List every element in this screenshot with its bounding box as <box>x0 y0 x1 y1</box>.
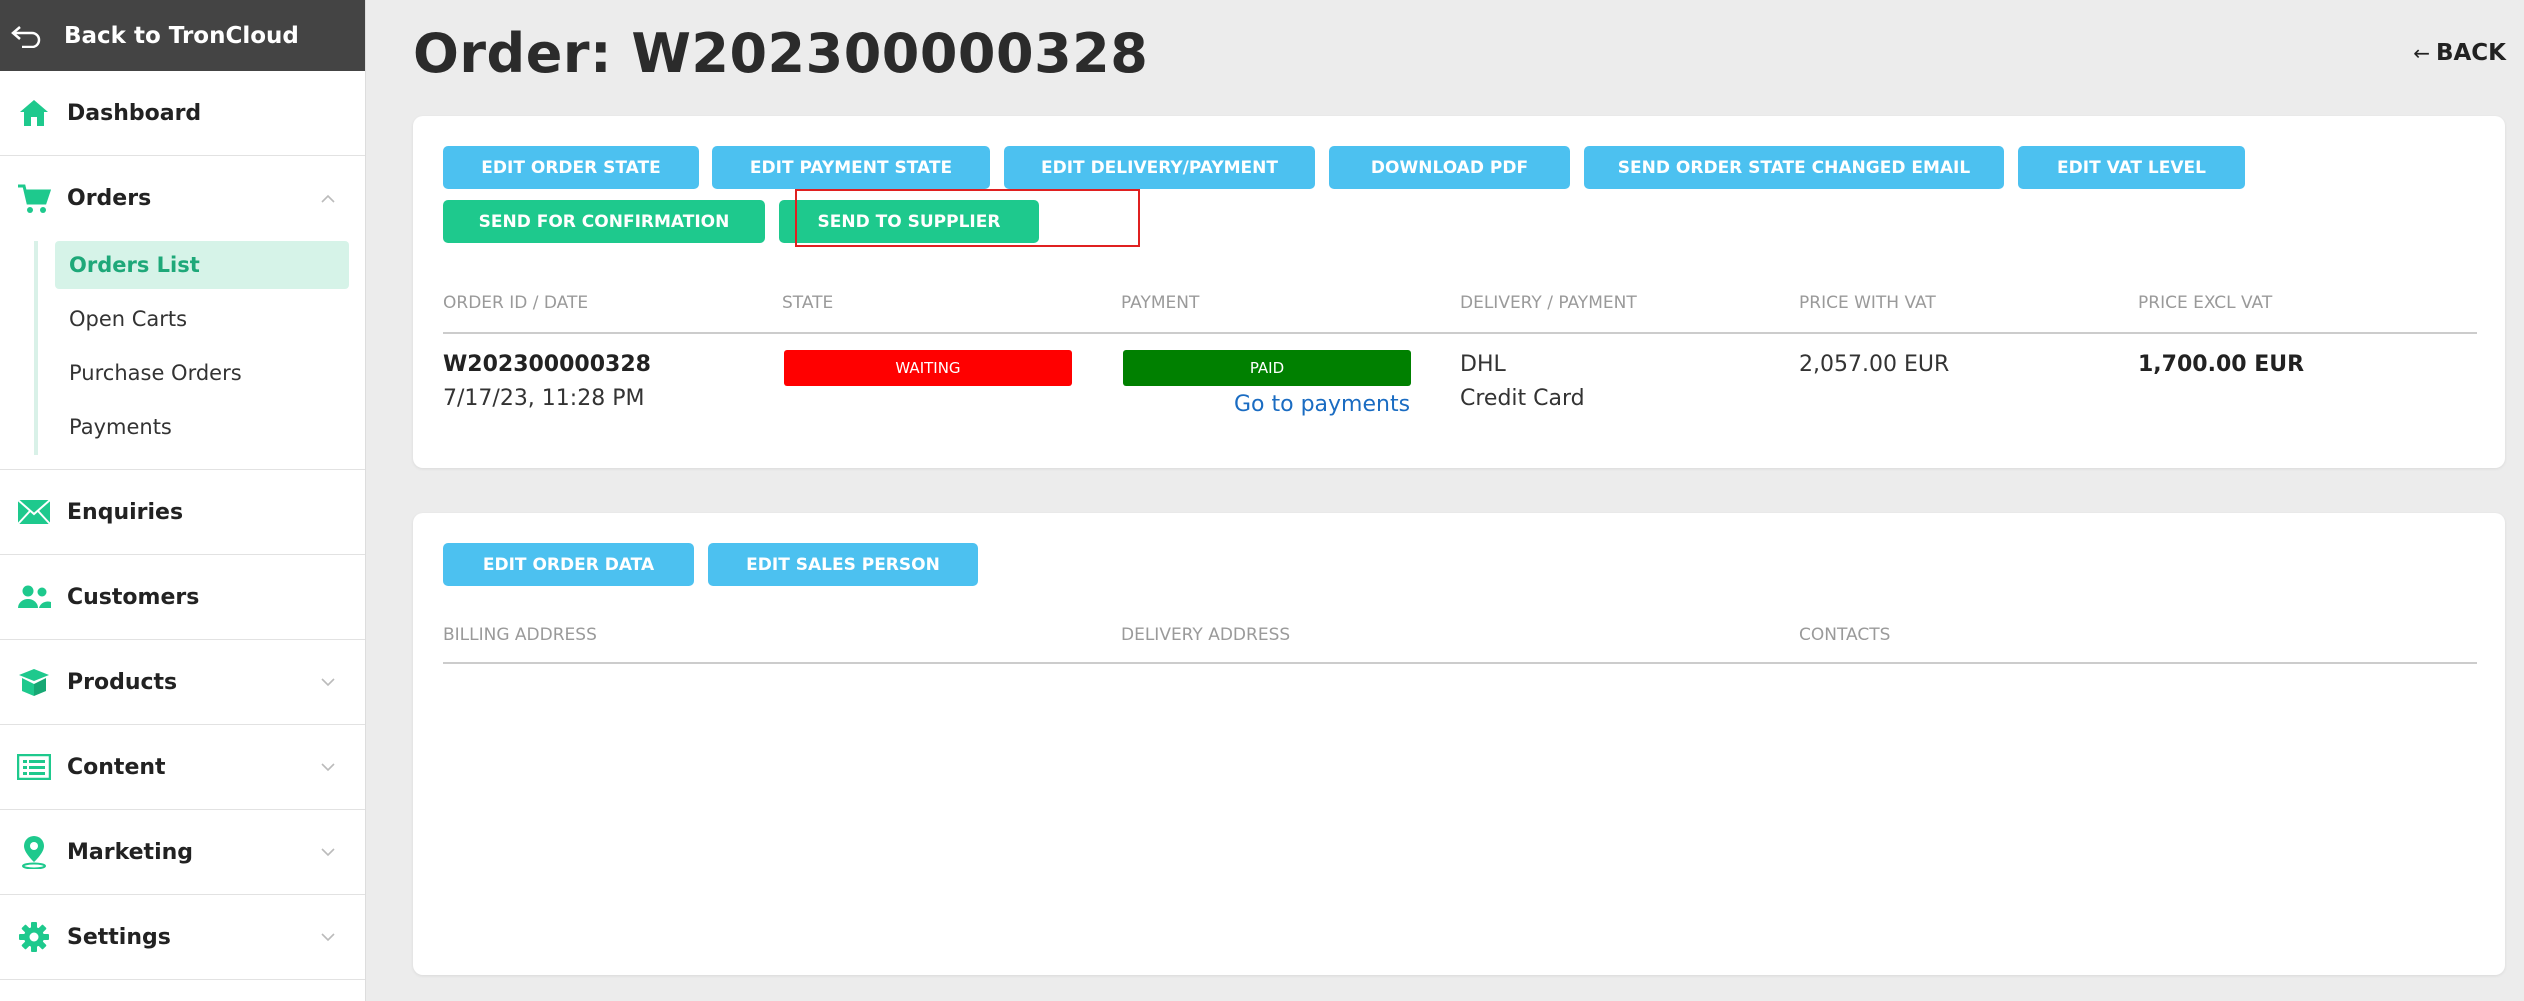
sidebar-item-settings[interactable]: Settings <box>0 895 365 980</box>
download-pdf-button[interactable]: DOWNLOAD PDF <box>1329 146 1570 189</box>
arrow-left-icon: ← <box>2413 41 2430 65</box>
price-excl-vat: 1,700.00 EUR <box>2138 352 2305 377</box>
send-order-state-changed-email-button[interactable]: SEND ORDER STATE CHANGED EMAIL <box>1584 146 2004 189</box>
delivery-method: DHL <box>1460 352 1506 377</box>
home-icon <box>16 95 52 131</box>
order-data-card: EDIT ORDER DATA EDIT SALES PERSON BILLIN… <box>413 513 2505 975</box>
payment-method: Credit Card <box>1460 386 1585 411</box>
chevron-down-icon <box>321 933 335 942</box>
send-for-confirmation-button[interactable]: SEND FOR CONFIRMATION <box>443 200 765 243</box>
sidebar-subitem-orders-list[interactable]: Orders List <box>55 241 349 289</box>
edit-order-data-button[interactable]: EDIT ORDER DATA <box>443 543 694 586</box>
sidebar-item-orders[interactable]: Orders <box>0 156 365 241</box>
table-header-divider <box>443 332 2477 334</box>
sidebar-item-label: Settings <box>67 924 171 950</box>
column-header-payment: PAYMENT <box>1121 293 1200 313</box>
sidebar-item-dashboard[interactable]: Dashboard <box>0 71 365 156</box>
sidebar-item-marketing[interactable]: Marketing <box>0 810 365 895</box>
sidebar-item-label: Products <box>67 669 178 695</box>
price-with-vat: 2,057.00 EUR <box>1799 352 1950 377</box>
back-button[interactable]: ← BACK <box>2413 40 2506 66</box>
order-date: 7/17/23, 11:28 PM <box>443 386 645 411</box>
highlight-box <box>795 189 1140 247</box>
orders-submenu: Orders List Open Carts Purchase Orders P… <box>0 241 365 470</box>
column-header-order-id-date: ORDER ID / DATE <box>443 293 589 313</box>
edit-sales-person-button[interactable]: EDIT SALES PERSON <box>708 543 978 586</box>
sidebar-item-label: Enquiries <box>67 499 184 525</box>
sidebar-item-label: Marketing <box>67 839 194 865</box>
sidebar-item-label: Orders <box>67 186 152 211</box>
edit-order-state-button[interactable]: EDIT ORDER STATE <box>443 146 699 189</box>
back-to-troncloud-label: Back to TronCloud <box>64 22 299 49</box>
sidebar: Back to TronCloud Dashboard Orders Order… <box>0 0 366 1001</box>
column-header-state: STATE <box>782 293 834 313</box>
column-header-price-with-vat: PRICE WITH VAT <box>1799 293 1936 313</box>
sidebar-subitem-purchase-orders[interactable]: Purchase Orders <box>55 349 349 397</box>
chevron-down-icon <box>321 763 335 772</box>
sidebar-item-label: Content <box>67 754 166 780</box>
edit-vat-level-button[interactable]: EDIT VAT LEVEL <box>2018 146 2245 189</box>
mail-icon <box>16 494 52 530</box>
order-summary-card: EDIT ORDER STATE EDIT PAYMENT STATE EDIT… <box>413 116 2505 468</box>
list-icon <box>16 749 52 785</box>
sidebar-subitem-payments[interactable]: Payments <box>55 403 349 451</box>
return-arrow-icon <box>10 21 48 51</box>
back-to-troncloud-link[interactable]: Back to TronCloud <box>0 0 365 71</box>
chevron-down-icon <box>321 848 335 857</box>
sidebar-item-enquiries[interactable]: Enquiries <box>0 470 365 555</box>
cart-icon <box>16 181 52 217</box>
address-header-divider <box>443 662 2477 664</box>
order-id: W202300000328 <box>443 352 651 377</box>
main-content: Order: W202300000328 ← BACK EDIT ORDER S… <box>366 0 2524 1001</box>
page-title: Order: W202300000328 <box>413 22 1149 85</box>
back-label: BACK <box>2435 40 2506 66</box>
column-header-delivery-payment: DELIVERY / PAYMENT <box>1460 293 1637 313</box>
edit-delivery-payment-button[interactable]: EDIT DELIVERY/PAYMENT <box>1004 146 1315 189</box>
go-to-payments-link[interactable]: Go to payments <box>1234 392 1410 417</box>
state-badge: WAITING <box>784 350 1072 386</box>
sidebar-subitem-open-carts[interactable]: Open Carts <box>55 295 349 343</box>
edit-payment-state-button[interactable]: EDIT PAYMENT STATE <box>712 146 990 189</box>
pin-icon <box>16 834 52 870</box>
box-icon <box>16 664 52 700</box>
gear-icon <box>16 919 52 955</box>
column-header-delivery-address: DELIVERY ADDRESS <box>1121 625 1291 645</box>
sidebar-item-customers[interactable]: Customers <box>0 555 365 640</box>
column-header-billing-address: BILLING ADDRESS <box>443 625 597 645</box>
sidebar-item-label: Customers <box>67 584 200 610</box>
sidebar-item-label: Dashboard <box>67 100 202 126</box>
users-icon <box>16 579 52 615</box>
payment-badge: PAID <box>1123 350 1411 386</box>
column-header-contacts: CONTACTS <box>1799 625 1891 645</box>
chevron-up-icon <box>321 194 335 203</box>
sidebar-item-products[interactable]: Products <box>0 640 365 725</box>
sidebar-item-content[interactable]: Content <box>0 725 365 810</box>
column-header-price-excl-vat: PRICE EXCL VAT <box>2138 293 2273 313</box>
chevron-down-icon <box>321 678 335 687</box>
